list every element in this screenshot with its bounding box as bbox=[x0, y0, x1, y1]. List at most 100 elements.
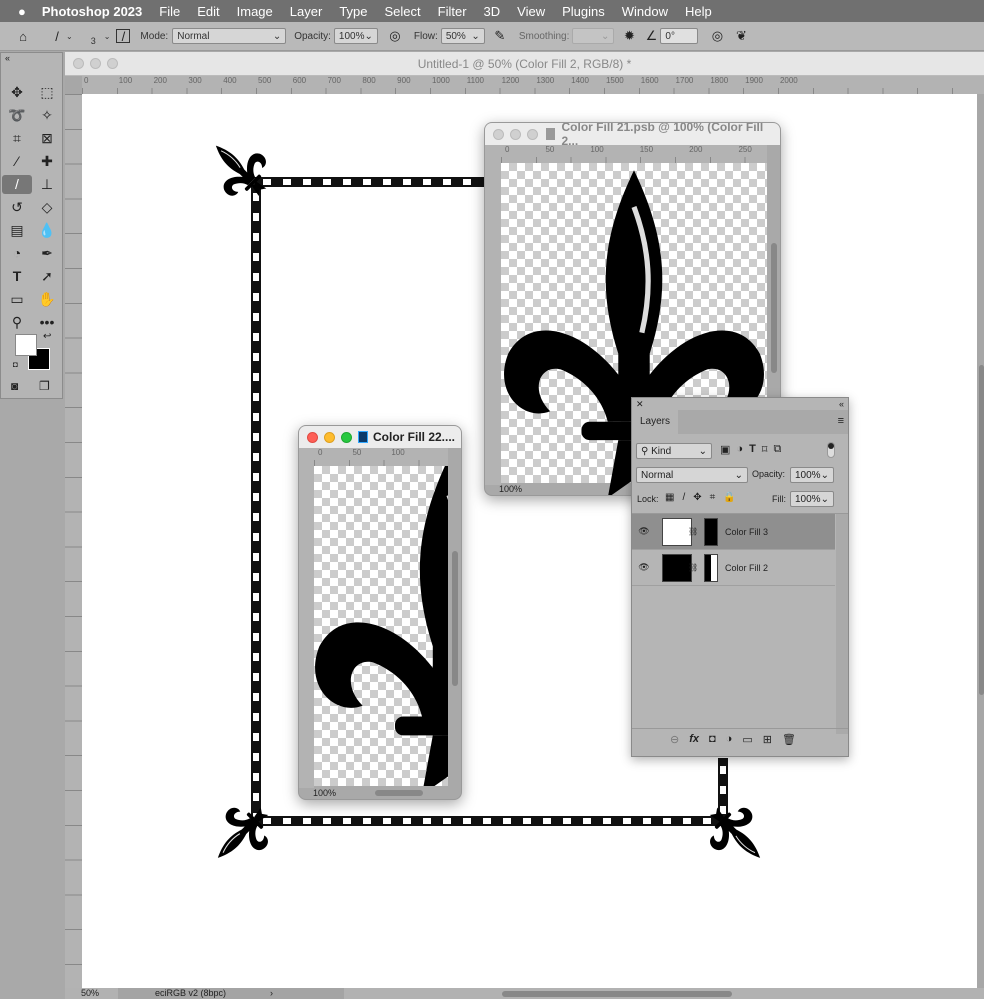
dodge-tool-icon[interactable]: ◔ bbox=[2, 244, 32, 263]
menu-window[interactable]: Window bbox=[622, 4, 668, 19]
fill-field[interactable]: 100% ⌄ bbox=[790, 491, 834, 507]
close-button[interactable] bbox=[493, 128, 504, 140]
angle-field[interactable]: 0° bbox=[660, 28, 699, 44]
menu-image[interactable]: Image bbox=[237, 4, 273, 19]
magic-wand-tool-icon[interactable]: ✧ bbox=[32, 106, 62, 125]
pen-tool-icon[interactable]: ✒ bbox=[32, 244, 62, 263]
gradient-tool-icon[interactable]: ▤ bbox=[2, 221, 32, 240]
menu-select[interactable]: Select bbox=[385, 4, 421, 19]
visibility-eye-icon[interactable]: 👁 bbox=[634, 526, 654, 537]
menu-edit[interactable]: Edit bbox=[197, 4, 219, 19]
vertical-ruler[interactable] bbox=[65, 94, 82, 988]
history-brush-tool-icon[interactable]: ↺ bbox=[2, 198, 32, 217]
panel-scrollbar[interactable] bbox=[836, 514, 848, 734]
smoothing-field[interactable]: ⌄ bbox=[572, 28, 615, 44]
default-colors-icon[interactable]: ◘ bbox=[13, 360, 18, 369]
vertical-scrollbar[interactable] bbox=[979, 365, 984, 695]
zoom-button[interactable] bbox=[341, 431, 352, 443]
fx-icon[interactable]: fx bbox=[689, 733, 699, 746]
window-title-bar[interactable]: Color Fill 21.psb @ 100% (Color Fill 2..… bbox=[485, 123, 780, 148]
tab-layers[interactable]: Layers bbox=[632, 410, 678, 434]
zoom-button[interactable] bbox=[107, 58, 118, 69]
layer-name[interactable]: Color Fill 3 bbox=[725, 527, 768, 537]
close-button[interactable] bbox=[307, 431, 318, 443]
lasso-tool-icon[interactable]: ➰ bbox=[2, 106, 32, 125]
new-adjustment-icon[interactable]: ◑ bbox=[726, 733, 733, 746]
horizontal-scrollbar[interactable] bbox=[375, 790, 423, 796]
status-zoom[interactable]: 100% bbox=[499, 484, 522, 494]
close-button[interactable] bbox=[73, 58, 84, 69]
hand-tool-icon[interactable]: ✋ bbox=[32, 290, 62, 309]
new-layer-icon[interactable]: ⊞ bbox=[763, 733, 772, 746]
move-tool-icon[interactable]: ✥ bbox=[2, 83, 32, 102]
horizontal-ruler[interactable]: 0 100 200 300 400 500 600 700 800 900 1000 1100 1200… bbox=[82, 76, 984, 94]
menu-type[interactable]: Type bbox=[339, 4, 367, 19]
layer-row-color-fill-3[interactable]: 👁 ⛓ Color Fill 3 bbox=[632, 514, 835, 550]
shape-filter-icon[interactable]: ⌑ bbox=[762, 443, 768, 456]
menu-view[interactable]: View bbox=[517, 4, 545, 19]
frame-tool-icon[interactable]: ⊠ bbox=[32, 129, 62, 148]
airbrush-icon[interactable]: ✎ bbox=[491, 27, 509, 45]
eyedropper-tool-icon[interactable]: ⁄ bbox=[2, 152, 32, 171]
mode-select[interactable]: Normal ⌄ bbox=[172, 28, 287, 44]
eraser-tool-icon[interactable]: ◇ bbox=[32, 198, 62, 217]
menu-file[interactable]: File bbox=[159, 4, 180, 19]
menu-plugins[interactable]: Plugins bbox=[562, 4, 605, 19]
crop-tool-icon[interactable]: ⌗ bbox=[2, 129, 32, 148]
foreground-color-swatch[interactable] bbox=[15, 334, 37, 356]
path-select-tool-icon[interactable]: ➚ bbox=[32, 267, 62, 286]
pressure-size-icon[interactable]: ◎ bbox=[708, 27, 726, 45]
blur-tool-icon[interactable]: 💧 bbox=[32, 221, 62, 240]
brush-tool-icon[interactable]: / bbox=[2, 175, 32, 194]
flow-field[interactable]: 50% ⌄ bbox=[440, 28, 485, 44]
pixel-filter-icon[interactable]: ▣ bbox=[720, 443, 730, 456]
vertical-ruler[interactable] bbox=[299, 448, 314, 788]
lock-pixels-icon[interactable]: / bbox=[682, 492, 685, 503]
collapse-icon[interactable]: « bbox=[5, 53, 10, 63]
lock-all-icon[interactable]: 🔒 bbox=[723, 492, 735, 503]
panel-collapse-icon[interactable]: « bbox=[839, 399, 844, 409]
brush-size[interactable]: 3 bbox=[91, 26, 96, 46]
layer-mask-thumbnail[interactable] bbox=[704, 553, 718, 582]
window-title-bar[interactable]: Color Fill 22.... bbox=[299, 426, 461, 448]
horizontal-scrollbar[interactable] bbox=[502, 991, 732, 997]
filter-kind-select[interactable]: ⚲ Kind ⌄ bbox=[636, 443, 712, 459]
zoom-tool-icon[interactable]: ⚲ bbox=[2, 313, 32, 332]
type-filter-icon[interactable]: T bbox=[749, 443, 756, 456]
horizontal-ruler[interactable]: 0 50 100 bbox=[314, 448, 448, 466]
more-tools-icon[interactable]: ••• bbox=[32, 313, 62, 332]
status-zoom[interactable]: 100% bbox=[313, 788, 336, 798]
document-title-bar[interactable]: Untitled-1 @ 50% (Color Fill 2, RGB/8) * bbox=[65, 52, 984, 76]
zoom-level[interactable]: 50% bbox=[81, 988, 99, 998]
menu-layer[interactable]: Layer bbox=[290, 4, 323, 19]
screen-mode-icon[interactable]: ❐ bbox=[39, 379, 50, 393]
add-mask-icon[interactable]: ◘ bbox=[709, 733, 716, 746]
layer-mask-thumbnail[interactable] bbox=[704, 517, 718, 546]
panel-close-icon[interactable]: ✕ bbox=[636, 399, 644, 410]
vertical-ruler[interactable] bbox=[485, 145, 501, 485]
new-group-icon[interactable]: ▭ bbox=[742, 733, 752, 746]
gear-icon[interactable]: ✹ bbox=[620, 27, 638, 45]
brush-settings-icon[interactable]: / bbox=[116, 29, 131, 44]
menu-3d[interactable]: 3D bbox=[484, 4, 501, 19]
vertical-scrollbar[interactable] bbox=[452, 551, 458, 686]
panel-menu-icon[interactable]: ≡ bbox=[838, 415, 844, 427]
status-menu-arrow[interactable]: › bbox=[270, 988, 273, 998]
filter-toggle[interactable] bbox=[827, 442, 835, 458]
adjustment-filter-icon[interactable]: ◑ bbox=[736, 443, 743, 456]
brush-preset-icon[interactable]: / bbox=[48, 27, 66, 45]
healing-tool-icon[interactable]: ✚ bbox=[32, 152, 62, 171]
lock-transparent-icon[interactable]: ▦ bbox=[665, 492, 674, 503]
minimize-button[interactable] bbox=[90, 58, 101, 69]
horizontal-ruler[interactable]: 0 50 100 150 200 250 bbox=[501, 145, 767, 163]
layer-row-color-fill-2[interactable]: 👁 ⛓ Color Fill 2 bbox=[632, 550, 835, 586]
home-icon[interactable]: ⌂ bbox=[14, 27, 32, 45]
symmetry-icon[interactable]: ❦ bbox=[732, 27, 750, 45]
lock-artboard-icon[interactable]: ⌗ bbox=[710, 492, 716, 503]
swap-colors-icon[interactable]: ↩ bbox=[43, 331, 51, 342]
lock-position-icon[interactable]: ✥ bbox=[693, 492, 701, 503]
rectangle-tool-icon[interactable]: ▭ bbox=[2, 290, 32, 309]
quick-mask-icon[interactable]: ◙ bbox=[11, 379, 18, 393]
minimize-button[interactable] bbox=[509, 128, 521, 140]
delete-layer-icon[interactable]: 🗑 bbox=[782, 733, 796, 746]
